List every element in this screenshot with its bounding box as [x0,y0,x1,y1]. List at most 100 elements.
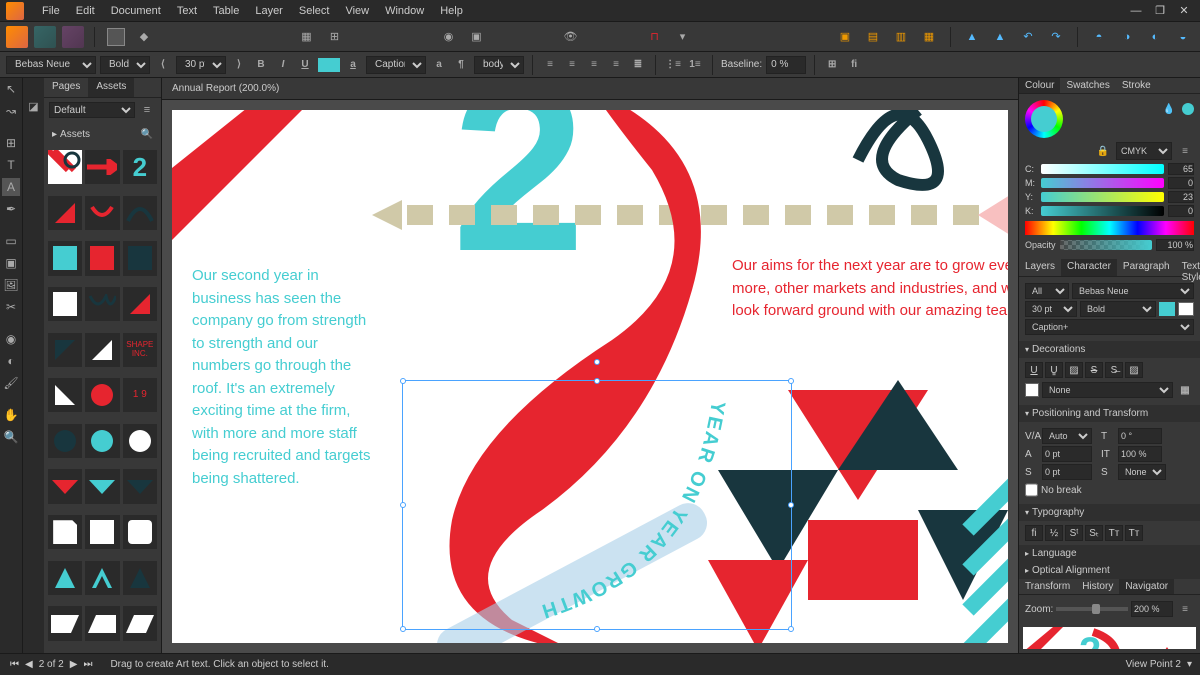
snapping-icon[interactable]: ⊞ [324,26,346,48]
section-optical[interactable]: Optical Alignment [1019,562,1200,579]
node-tool-icon[interactable]: ↝ [2,102,20,120]
asset-item[interactable]: SHAPE INC. [123,333,157,367]
font-weight-select[interactable]: Bold [100,56,150,74]
char-bg-swatch[interactable] [1178,302,1194,316]
navigator-preview[interactable]: 2 [1023,627,1196,649]
tracking-input[interactable] [1042,446,1092,462]
char-size-select[interactable]: 30 pt [1025,301,1077,317]
position-select[interactable]: None [1118,464,1166,480]
number-list-icon[interactable]: 1≡ [686,56,704,74]
tab-assets[interactable]: Assets [88,78,134,97]
menu-window[interactable]: Window [377,5,432,17]
boolean-subtract-icon[interactable]: ◑ [1116,26,1138,48]
char-fill-swatch[interactable] [1159,302,1175,316]
asset-item[interactable] [123,606,157,640]
align-justify-all-icon[interactable]: ≣ [629,56,647,74]
opacity-input[interactable] [1156,239,1194,251]
viewpoint-dropdown-icon[interactable]: ▾ [1187,659,1192,670]
dbl-strike-btn[interactable]: S̶ [1105,362,1123,378]
place-image-tool-icon[interactable]: 🖼 [2,276,20,294]
document-tab[interactable]: Annual Report (200.0%) [162,78,1018,100]
tab-pages[interactable]: Pages [44,78,88,97]
asset-item[interactable] [48,333,82,367]
asset-item[interactable] [48,424,82,458]
hscale-input[interactable] [1118,446,1162,462]
asset-item[interactable] [48,515,82,549]
bullet-list-icon[interactable]: ⋮≡ [664,56,682,74]
underline-colour-btn[interactable]: ▨ [1065,362,1083,378]
tab-transform[interactable]: Transform [1019,579,1076,594]
table-icon[interactable]: ⊞ [823,56,841,74]
asset-item[interactable] [123,424,157,458]
deco-stroke-select[interactable]: None [1042,382,1173,398]
table-tool-icon[interactable]: ⊞ [2,134,20,152]
baseline-input[interactable] [766,56,806,74]
char-font-select[interactable]: Bebas Neue [1072,283,1194,299]
underline-btn[interactable]: U [1025,362,1043,378]
font-size-down-icon[interactable]: ⟨ [154,56,172,74]
cyan-input[interactable] [1168,163,1194,175]
align-right-icon[interactable]: ≡ [585,56,603,74]
asset-item[interactable] [48,196,82,230]
back-one-icon[interactable]: ▤ [862,26,884,48]
zoom-slider[interactable] [1056,607,1128,611]
menu-select[interactable]: Select [291,5,338,17]
rotate-ccw-icon[interactable]: ↶ [1017,26,1039,48]
hue-strip[interactable] [1025,221,1194,235]
viewpoint-label[interactable]: View Point 2 [1126,659,1181,670]
char-style-select[interactable]: Caption+ [1025,319,1194,335]
move-back-icon[interactable]: ▣ [834,26,856,48]
section-language[interactable]: Language [1019,545,1200,562]
page-last-icon[interactable]: ⏭ [81,659,94,670]
menu-table[interactable]: Table [205,5,247,17]
pan-tool-icon[interactable]: ✋ [2,406,20,424]
filter-collection-select[interactable]: All [1025,283,1069,299]
tab-stroke[interactable]: Stroke [1116,78,1157,93]
section-decorations[interactable]: Decorations [1019,341,1200,358]
persona-publisher-icon[interactable] [6,26,28,48]
font-size-up-icon[interactable]: ⟩ [230,56,248,74]
eyedropper-icon[interactable]: 💧 [1160,100,1178,118]
asset-item[interactable] [85,287,119,321]
window-maximize-icon[interactable]: ❐ [1150,3,1170,19]
underline-icon[interactable]: U [296,56,314,74]
cyan-slider[interactable] [1041,164,1164,174]
char-style-icon[interactable]: a [344,56,362,74]
baseline-shift-input[interactable] [1042,464,1092,480]
boolean-divide-icon[interactable]: ◒ [1172,26,1194,48]
picture-frame-tool-icon[interactable]: ▣ [2,254,20,272]
show-margins-icon[interactable]: ▣ [466,26,488,48]
typo-half-btn[interactable]: ½ [1045,525,1063,541]
menu-file[interactable]: File [34,5,68,17]
bold-icon[interactable]: B [252,56,270,74]
black-input[interactable] [1168,205,1194,217]
artistic-text-tool-icon[interactable]: A [2,178,20,196]
kerning-select[interactable]: Auto [1042,428,1092,444]
asset-item[interactable] [85,424,119,458]
assets-section-name[interactable]: Assets [60,129,90,140]
boolean-intersect-icon[interactable]: ◐ [1144,26,1166,48]
swatch-fg-icon[interactable]: ◪ [26,98,42,114]
opacity-slider[interactable] [1060,240,1152,250]
move-front-icon[interactable]: ▦ [918,26,940,48]
typo-sub-btn[interactable]: Sₜ [1085,525,1103,541]
asset-item[interactable] [123,241,157,275]
zoom-tool-icon[interactable]: 🔍 [2,428,20,446]
forward-one-icon[interactable]: ▥ [890,26,912,48]
asset-item[interactable] [85,333,119,367]
move-tool-icon[interactable]: ↖ [2,80,20,98]
menu-text[interactable]: Text [169,5,205,17]
magenta-slider[interactable] [1041,178,1164,188]
asset-item[interactable] [48,561,82,595]
strikethrough-btn[interactable]: S [1085,362,1103,378]
persona-photo-icon[interactable] [62,26,84,48]
menu-help[interactable]: Help [432,5,471,17]
asset-item[interactable] [85,196,119,230]
asset-item[interactable] [85,515,119,549]
list-style-icon[interactable]: ¶ [452,56,470,74]
preview-icon[interactable]: 👁 [560,26,582,48]
asset-item[interactable] [85,150,119,184]
asset-item[interactable] [85,469,119,503]
flip-h-icon[interactable]: ▲ [961,26,983,48]
clip-canvas-icon[interactable]: ◉ [438,26,460,48]
